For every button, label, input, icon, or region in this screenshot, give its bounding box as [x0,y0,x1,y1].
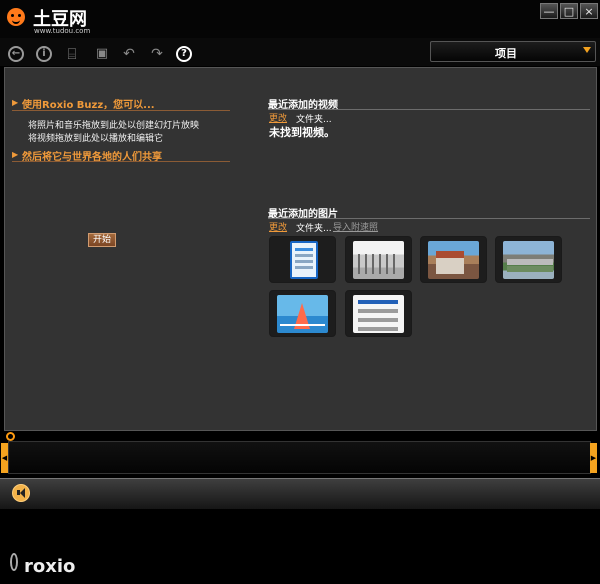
slideshow-icon[interactable]: ▣ [94,46,110,62]
import-photos-link[interactable]: 导入附速照 [333,220,378,233]
pictures-change-link[interactable]: 更改 [269,220,287,233]
camera-icon[interactable]: ⌸ [64,46,80,62]
no-videos-message: 未找到视频。 [269,126,335,139]
roxio-logo-icon [10,553,18,571]
videos-divider [268,109,590,110]
pictures-folder-link[interactable]: 文件夹... [296,221,332,234]
picture-thumbnail[interactable] [495,236,562,283]
picture-thumbnail[interactable] [269,290,336,337]
pictures-divider [268,218,590,219]
picture-thumbnail[interactable] [420,236,487,283]
city-view-thumbnail [503,241,554,279]
close-button[interactable]: × [580,3,598,19]
timeline-track[interactable] [8,441,591,474]
photo-music-instruction: 将照片和音乐拖放到此处以创建幻灯片放映 [28,121,200,131]
start-button[interactable]: 开始 [88,233,116,247]
town-roof-thumbnail [428,241,479,279]
audio-track-panel [0,478,600,509]
intro-divider [12,110,230,111]
document-thumbnail [353,295,404,333]
picture-thumbnail[interactable] [345,236,412,283]
timeline-left-handle[interactable]: ◀ [1,443,8,473]
picture-thumbnail[interactable] [345,290,412,337]
intro-heading: 使用Roxio Buzz，您可以... [22,100,155,111]
videos-change-link[interactable]: 更改 [269,111,287,124]
roxio-logo-text: roxio [24,556,76,577]
snowy-scene-thumbnail [353,241,404,279]
redo-icon[interactable]: ↷ [149,46,165,62]
minimize-button[interactable]: — [540,3,558,19]
help-icon[interactable]: ? [176,46,192,62]
maximize-button[interactable]: □ [560,3,578,19]
phone-screenshot-thumbnail [290,241,318,279]
dropdown-arrow-icon [583,47,591,53]
windsurf-thumbnail [277,295,328,333]
picture-thumbnail[interactable] [269,236,336,283]
orange-bullet-icon: ▶ [12,98,19,107]
project-label: 项目 [495,47,517,60]
playhead-handle[interactable] [6,432,15,441]
speaker-icon[interactable] [12,484,30,502]
undo-icon[interactable]: ↶ [121,46,137,62]
orange-bullet-icon: ▶ [12,150,19,159]
tudou-logo-icon [7,8,25,26]
info-icon[interactable]: i [36,46,52,62]
timeline-right-handle[interactable]: ▶ [590,443,597,473]
back-icon[interactable]: ← [8,46,24,62]
share-divider [12,161,230,162]
video-instruction: 将视频拖放到此处以播放和编辑它 [28,134,164,144]
app-url: www.tudou.com [34,27,91,35]
